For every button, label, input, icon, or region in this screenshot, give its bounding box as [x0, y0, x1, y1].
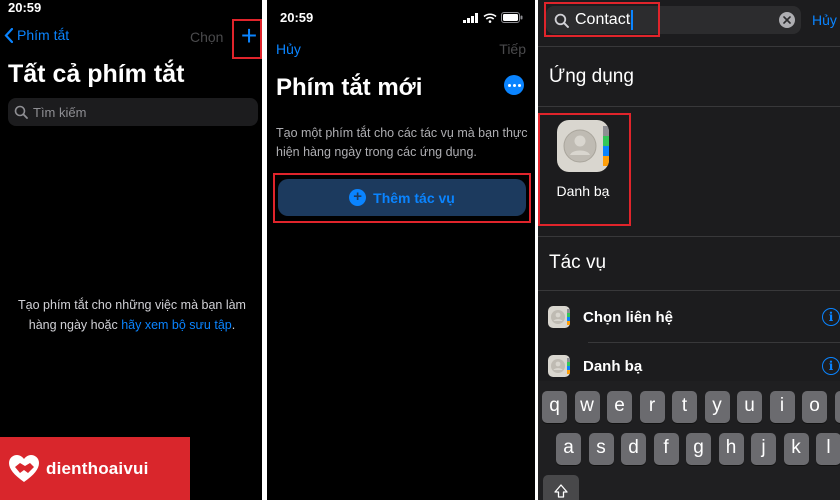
keyboard-row: qwertyuiop [538, 391, 840, 423]
clear-search-button[interactable] [779, 12, 795, 28]
key-a[interactable]: a [556, 433, 581, 465]
contacts-icon [557, 120, 609, 172]
key-e[interactable]: e [607, 391, 632, 423]
shift-key[interactable] [543, 475, 579, 500]
chevron-left-icon [4, 27, 13, 43]
back-button-label: Phím tắt [17, 27, 70, 43]
list-item[interactable]: Chọn liên hệ i [548, 304, 840, 330]
search-input[interactable] [33, 104, 243, 120]
search-bar[interactable]: Contact [546, 6, 801, 34]
key-l[interactable]: l [816, 433, 840, 465]
shortcuts-list-screen: 20:59 Phím tắt Chọn + Tất cả phím tắt Tạ… [0, 0, 262, 500]
contacts-icon [548, 355, 570, 377]
handshake-heart-icon [9, 454, 39, 482]
more-dot [512, 83, 516, 87]
contacts-glyph [551, 358, 570, 374]
key-s[interactable]: s [588, 433, 614, 465]
more-dot [517, 83, 521, 87]
contacts-glyph [551, 309, 570, 325]
contacts-glyph [563, 126, 609, 166]
select-button[interactable]: Chọn [190, 29, 223, 45]
search-icon [554, 13, 569, 28]
contacts-app-tile[interactable]: Danh bạ [543, 120, 623, 220]
key-g[interactable]: g [686, 433, 711, 465]
divider [538, 290, 840, 291]
app-name-label: Danh bạ [556, 183, 610, 199]
search-bar[interactable] [8, 98, 258, 126]
key-h[interactable]: h [718, 433, 744, 465]
battery-icon [501, 12, 523, 23]
key-t[interactable]: t [672, 391, 697, 423]
action-label: Danh bạ [583, 357, 643, 375]
page-title: Phím tắt mới [276, 74, 423, 101]
add-shortcut-button[interactable]: + [238, 22, 260, 52]
action-label: Chọn liên hệ [583, 308, 673, 326]
signal-icon [463, 12, 478, 23]
keyboard-row: asdfghjkl [538, 433, 840, 465]
key-j[interactable]: j [751, 433, 776, 465]
empty-state-message: Tạo phím tắt cho những việc mà bạn làm h… [6, 295, 258, 335]
status-time: 20:59 [280, 10, 314, 25]
text-caret [631, 10, 634, 30]
search-value: Contact [575, 11, 631, 29]
more-options-button[interactable] [504, 75, 524, 95]
status-icons [463, 12, 523, 23]
key-d[interactable]: d [621, 433, 646, 465]
on-screen-keyboard: qwertyuiop asdfghjkl [538, 381, 840, 500]
key-i[interactable]: i [769, 391, 795, 423]
status-time: 20:59 [8, 0, 42, 15]
key-q[interactable]: q [542, 391, 567, 423]
new-shortcut-screen: 20:59 Hủy Tiếp Phím tắt mới Tạo một phím… [267, 0, 535, 500]
plus-circle-icon: + [349, 189, 367, 206]
brand-name: dienthoaivui [46, 458, 149, 478]
divider [538, 106, 840, 107]
list-item[interactable]: Danh bạ i [548, 353, 840, 379]
cancel-button[interactable]: Hủy [276, 41, 301, 57]
key-f[interactable]: f [653, 433, 679, 465]
info-icon[interactable]: i [822, 357, 840, 375]
search-input[interactable]: Contact [575, 10, 634, 30]
key-k[interactable]: k [783, 433, 809, 465]
more-dot [507, 83, 511, 87]
info-icon[interactable]: i [822, 308, 840, 326]
shift-icon [554, 484, 568, 498]
cancel-button[interactable]: Hủy [812, 12, 837, 28]
search-results-screen: Contact Hủy Ứng dụng Danh bạ Tác vụ Chọn… [538, 0, 840, 500]
add-action-label: Thêm tác vụ [373, 189, 455, 206]
key-u[interactable]: u [737, 391, 762, 423]
divider [538, 236, 840, 237]
divider [588, 342, 840, 343]
actions-section-header: Tác vụ [549, 252, 607, 273]
gallery-link[interactable]: hãy xem bộ sưu tập [121, 318, 232, 332]
key-o[interactable]: o [802, 391, 827, 423]
next-button[interactable]: Tiếp [499, 41, 526, 57]
divider [538, 46, 840, 47]
search-icon [14, 105, 28, 119]
description-text: Tạo một phím tắt cho các tác vụ mà bạn t… [276, 126, 528, 159]
key-p[interactable]: p [834, 391, 840, 423]
brand-logo: dienthoaivui [0, 437, 190, 500]
apps-section-header: Ứng dụng [549, 66, 634, 87]
wifi-icon [483, 12, 497, 23]
key-y[interactable]: y [704, 391, 730, 423]
close-icon [783, 16, 791, 24]
keyboard-row [538, 475, 840, 500]
add-action-button[interactable]: + Thêm tác vụ [278, 179, 526, 216]
back-button[interactable]: Phím tắt [4, 27, 69, 43]
page-title: Tất cả phím tắt [8, 60, 185, 88]
contacts-icon [548, 306, 570, 328]
key-w[interactable]: w [574, 391, 600, 423]
key-r[interactable]: r [639, 391, 665, 423]
empty-state-suffix: . [231, 318, 236, 332]
